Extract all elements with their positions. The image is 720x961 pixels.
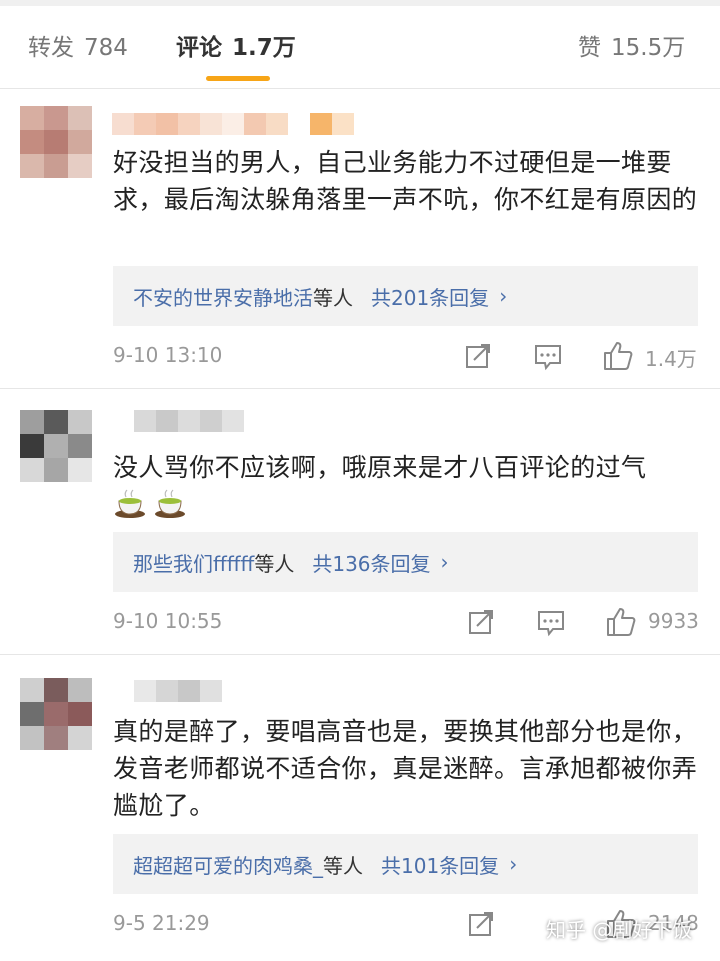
- tab-comments[interactable]: 评论 1.7万: [176, 28, 296, 62]
- like-icon[interactable]: [604, 605, 638, 639]
- comment-icon[interactable]: [534, 605, 568, 639]
- divider: [0, 654, 720, 655]
- divider: [0, 388, 720, 389]
- tab-likes-count: 15.5万: [611, 35, 686, 61]
- comment-meta: 9-10 10:55 9933: [113, 605, 703, 639]
- like-icon[interactable]: [601, 339, 635, 373]
- divider: [0, 88, 720, 89]
- avatar[interactable]: [20, 106, 92, 178]
- reply-users[interactable]: 那些我们ffffff: [133, 548, 254, 577]
- chevron-right-icon: ›: [509, 852, 518, 876]
- tea-cup-icon: [115, 489, 145, 518]
- comment-text: 真的是醉了，要唱高音也是，要换其他部分也是你，发音老师都说不适合你，真是迷醉。言…: [113, 717, 698, 820]
- comment-time: 9-10 10:55: [113, 609, 223, 633]
- tab-repost-label: 转发: [28, 35, 74, 61]
- username-blurred[interactable]: [112, 680, 222, 702]
- reply-count[interactable]: 共201条回复: [371, 282, 489, 311]
- watermark: 知乎 @剧好下饭: [546, 918, 693, 942]
- avatar[interactable]: [20, 410, 92, 482]
- repost-icon[interactable]: [464, 605, 498, 639]
- tab-comments-label: 评论: [176, 35, 222, 61]
- reply-users[interactable]: 超超超可爱的肉鸡桑_: [133, 850, 323, 879]
- tab-likes-label: 赞: [578, 35, 601, 61]
- reply-count[interactable]: 共136条回复: [312, 548, 430, 577]
- comment-text: 没人骂你不应该啊，哦原来是才八百评论的过气: [113, 453, 647, 482]
- repost-icon[interactable]: [464, 907, 498, 941]
- like-count: 1.4万: [645, 347, 697, 371]
- comment-text: 好没担当的男人，自己业务能力不过硬但是一堆要求，最后淘汰躲角落里一声不吭，你不红…: [113, 148, 698, 214]
- reply-summary[interactable]: 超超超可爱的肉鸡桑_ 等人 共101条回复 ›: [113, 834, 698, 894]
- reply-count[interactable]: 共101条回复: [381, 850, 499, 879]
- reply-summary[interactable]: 不安的世界安静地活 等人 共201条回复 ›: [113, 266, 698, 326]
- like-count: 9933: [648, 609, 699, 633]
- emoji-row: [113, 487, 187, 521]
- chevron-right-icon: ›: [499, 284, 508, 308]
- reply-suffix: 等人: [323, 853, 363, 878]
- tab-likes[interactable]: 赞 15.5万: [578, 28, 685, 62]
- tab-comments-count: 1.7万: [232, 35, 296, 61]
- comment-meta: 9-10 13:10 1.4万: [113, 339, 703, 373]
- tea-cup-icon: [155, 489, 185, 518]
- tab-repost[interactable]: 转发 784: [28, 28, 128, 62]
- tab-bar: 转发 784 评论 1.7万 赞 15.5万: [0, 6, 720, 88]
- avatar[interactable]: [20, 678, 92, 750]
- reply-summary[interactable]: 那些我们ffffff 等人 共136条回复 ›: [113, 532, 698, 592]
- reply-suffix: 等人: [254, 551, 295, 576]
- username-blurred[interactable]: [112, 113, 354, 135]
- username-blurred[interactable]: [112, 410, 244, 432]
- tab-active-indicator: [206, 76, 270, 81]
- comment-time: 9-5 21:29: [113, 911, 210, 935]
- comment-time: 9-10 13:10: [113, 343, 223, 367]
- chevron-right-icon: ›: [440, 550, 449, 574]
- repost-icon[interactable]: [461, 339, 495, 373]
- comment-icon[interactable]: [531, 339, 565, 373]
- reply-suffix: 等人: [313, 285, 353, 310]
- tab-repost-count: 784: [84, 35, 128, 61]
- reply-users[interactable]: 不安的世界安静地活: [133, 282, 313, 311]
